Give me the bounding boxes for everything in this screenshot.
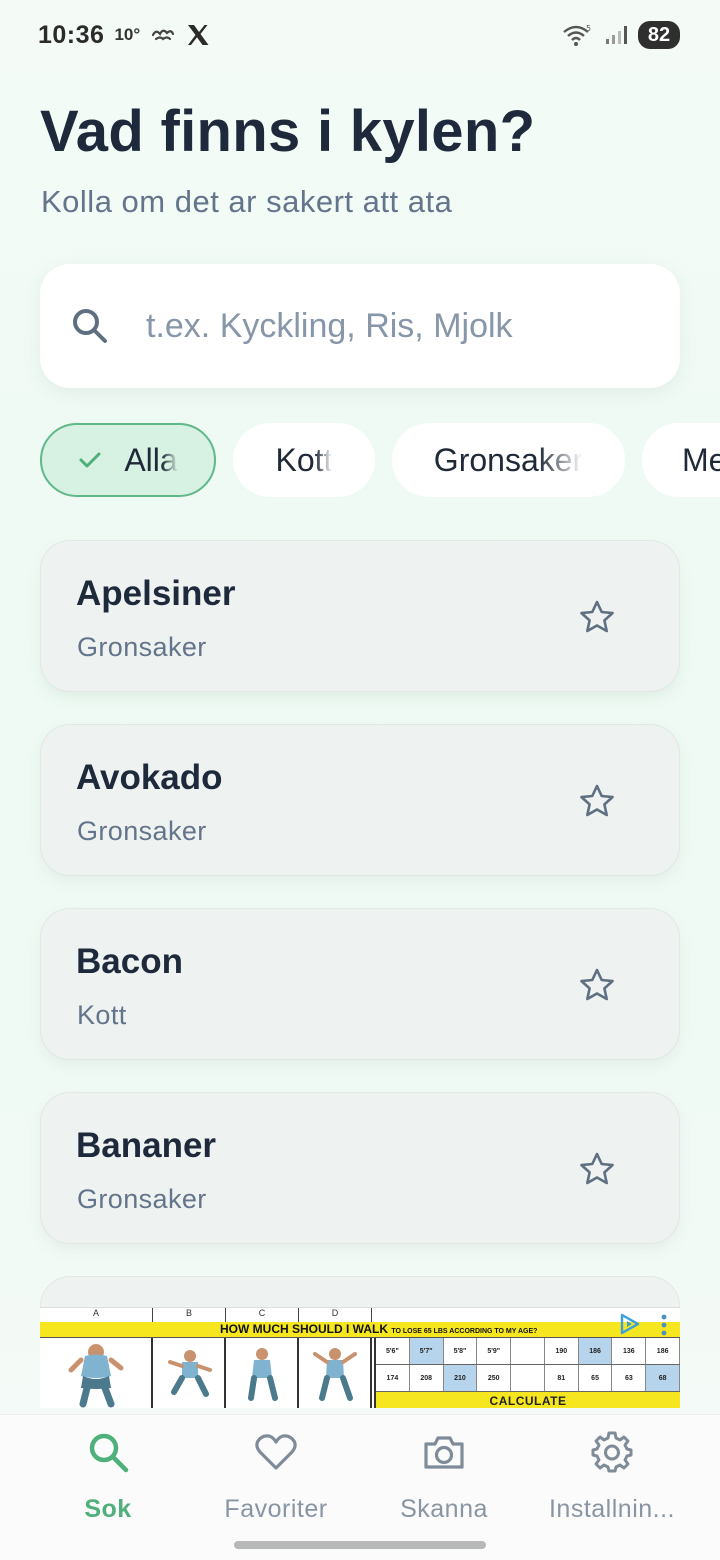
more-vertical-icon[interactable] [660, 1313, 668, 1342]
chip-more[interactable]: Me [642, 423, 720, 497]
ad-cell: 5'7" [409, 1338, 444, 1364]
status-time: 10:36 [38, 20, 105, 49]
nav-label: Skanna [400, 1495, 488, 1523]
ad-headline-small: TO LOSE 65 LBS ACCORDING TO MY AGE? [391, 1328, 538, 1335]
ad-table: 5'6" 5'7" 5'8" 5'9" 190 186 136 186 174 … [374, 1338, 680, 1392]
chip-kott[interactable]: Kott [233, 423, 375, 497]
ad-column-label: D [299, 1308, 372, 1322]
ad-headline: HOW MUCH SHOULD I WALK TO LOSE 65 LBS AC… [220, 1322, 537, 1336]
ad-cell: 208 [410, 1365, 444, 1391]
chip-label: Me [682, 441, 720, 478]
page-title: Vad finns i kylen? [40, 99, 536, 164]
ad-cell: 210 [443, 1365, 478, 1391]
star-icon[interactable] [577, 965, 617, 1005]
filter-chips: Alla Kott Gronsaker Me [40, 423, 720, 497]
ad-cell: 5'8" [444, 1338, 478, 1364]
gear-icon [590, 1429, 634, 1475]
nav-item-sok[interactable]: Sok [18, 1429, 198, 1539]
item-name: Bananer [76, 1126, 217, 1165]
ad-column-strip: A B C D [40, 1308, 680, 1322]
item-name: Avokado [76, 758, 223, 797]
star-icon[interactable] [577, 781, 617, 821]
status-temperature: 10° [114, 25, 141, 44]
ad-cell: 68 [646, 1365, 680, 1391]
bottom-nav: Sok Favoriter Skanna Installnin... [0, 1414, 720, 1560]
ad-column-label: A [40, 1308, 153, 1322]
star-icon[interactable] [577, 1149, 617, 1189]
adchoices-icon[interactable] [618, 1312, 642, 1341]
search-input[interactable] [146, 306, 626, 346]
nav-item-installningar[interactable]: Installnin... [522, 1429, 702, 1539]
ad-cell: 186 [578, 1338, 613, 1364]
chip-alla[interactable]: Alla [40, 423, 216, 497]
ad-figure-image [40, 1338, 153, 1408]
nav-item-skanna[interactable]: Skanna [354, 1429, 534, 1539]
wifi-icon: 5 [562, 23, 594, 47]
item-category: Gronsaker [77, 816, 207, 846]
item-name: Apelsiner [76, 574, 236, 613]
chip-label: Kott [275, 441, 333, 478]
ad-headline-text: HOW MUCH SHOULD I WALK [220, 1322, 388, 1336]
ad-figure-image [226, 1338, 299, 1408]
ad-cell: 65 [579, 1365, 613, 1391]
star-icon[interactable] [577, 597, 617, 637]
ad-table-row: 174 208 210 250 81 65 63 68 [376, 1365, 680, 1392]
ad-figure-image [299, 1338, 372, 1408]
item-category: Gronsaker [77, 1184, 207, 1214]
signal-icon [604, 25, 628, 45]
check-icon [78, 450, 102, 470]
ad-calculate-button[interactable]: CALCULATE [374, 1392, 680, 1408]
search-icon [70, 306, 110, 346]
x-logo-icon [186, 24, 210, 46]
nav-label: Installnin... [548, 1495, 675, 1523]
list-item[interactable]: Avokado Gronsaker [40, 724, 680, 876]
ad-cell: 250 [477, 1365, 512, 1391]
item-category: Gronsaker [77, 632, 207, 662]
ad-figures [40, 1338, 372, 1408]
ad-cell: 81 [545, 1365, 579, 1391]
ad-cell [511, 1365, 545, 1391]
nav-label: Sok [84, 1495, 132, 1523]
ad-cell: 5'9" [477, 1338, 512, 1364]
heart-icon [254, 1429, 298, 1475]
nav-item-favoriter[interactable]: Favoriter [186, 1429, 366, 1539]
ad-cell: 174 [376, 1365, 410, 1391]
item-category: Kott [77, 1000, 127, 1030]
weather-icon [150, 26, 176, 44]
chip-gronsaker[interactable]: Gronsaker [392, 423, 625, 497]
ad-cell: 190 [545, 1338, 579, 1364]
ad-figure-image [153, 1338, 226, 1408]
home-indicator[interactable] [234, 1541, 486, 1549]
ad-column-label: C [226, 1308, 299, 1322]
battery-indicator: 82 [638, 21, 680, 49]
list-item[interactable]: Bananer Gronsaker [40, 1092, 680, 1244]
ad-table-row: 5'6" 5'7" 5'8" 5'9" 190 186 136 186 [376, 1338, 680, 1365]
status-bar: 10:36 10° 5 82 [0, 0, 720, 70]
camera-icon [422, 1429, 466, 1475]
ad-banner[interactable]: A B C D HOW MUCH SHOULD I WALK TO LOSE 6… [40, 1307, 680, 1408]
page-subtitle: Kolla om det ar sakert att ata [41, 184, 453, 219]
status-right: 5 82 [562, 21, 680, 49]
ad-cell: 5'6" [376, 1338, 410, 1364]
ad-cell [511, 1338, 545, 1364]
search-box[interactable] [40, 264, 680, 388]
list-item[interactable]: Bacon Kott [40, 908, 680, 1060]
ad-cell: 63 [612, 1365, 647, 1391]
ad-column-label: B [153, 1308, 226, 1322]
chip-label: Gronsaker [433, 441, 584, 478]
search-icon [86, 1429, 130, 1475]
nav-label: Favoriter [224, 1495, 328, 1523]
ad-cell: 136 [612, 1338, 647, 1364]
status-left: 10:36 10° [38, 21, 210, 50]
svg-text:5: 5 [586, 24, 591, 33]
list-item[interactable]: Apelsiner Gronsaker [40, 540, 680, 692]
chip-label: Alla [124, 441, 178, 478]
item-name: Bacon [76, 942, 183, 981]
